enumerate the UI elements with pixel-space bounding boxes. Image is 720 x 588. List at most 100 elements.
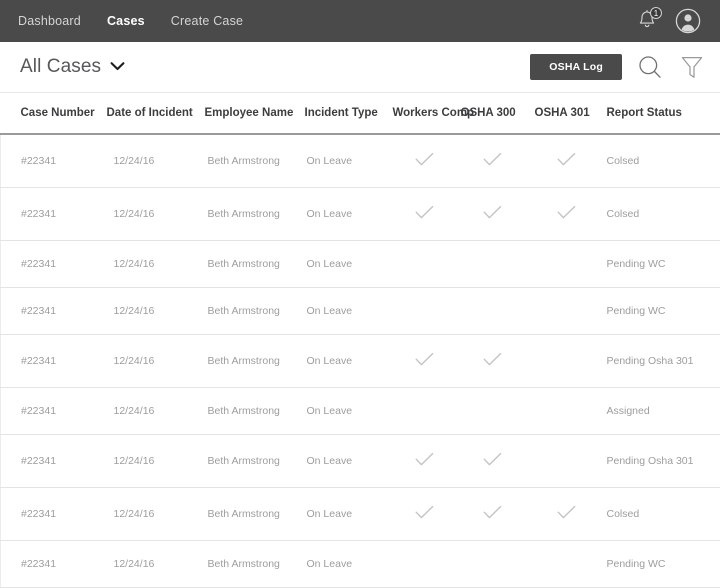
osha-log-button[interactable]: OSHA Log	[530, 54, 622, 80]
cell-employee-name: Beth Armstrong	[205, 188, 305, 241]
cell-report-status: Pending Osha 301	[607, 435, 720, 488]
check-icon	[415, 152, 434, 170]
cell-osha-300	[461, 188, 535, 241]
search-button[interactable]	[636, 53, 664, 81]
table-row[interactable]: #2234112/24/16Beth ArmstrongOn LeaveCols…	[1, 488, 720, 541]
check-icon	[483, 505, 502, 523]
column-header-date-of-incident[interactable]: Date of Incident	[107, 93, 205, 134]
cell-incident-type: On Leave	[305, 488, 393, 541]
cell-incident-type: On Leave	[305, 134, 393, 188]
column-header-incident-type[interactable]: Incident Type	[305, 93, 393, 134]
cell-osha-301	[535, 541, 607, 588]
cell-incident-type: On Leave	[305, 541, 393, 588]
cases-table-container: Case Number Date of Incident Employee Na…	[0, 92, 720, 588]
check-icon	[557, 205, 576, 223]
cell-report-status: Pending Osha 301	[607, 335, 720, 388]
cell-report-status: Pending WC	[607, 541, 720, 588]
cell-date-of-incident: 12/24/16	[107, 435, 205, 488]
check-icon	[557, 505, 576, 523]
cell-workers-comp	[393, 335, 461, 388]
cases-filter-dropdown[interactable]: All Cases	[20, 56, 125, 78]
nav-item-cases[interactable]: Cases	[107, 14, 145, 28]
cell-workers-comp	[393, 488, 461, 541]
cell-date-of-incident: 12/24/16	[107, 541, 205, 588]
table-row[interactable]: #2234112/24/16Beth ArmstrongOn LeaveAssi…	[1, 388, 720, 435]
notifications-button[interactable]: 1	[634, 8, 660, 34]
cell-osha-300	[461, 134, 535, 188]
cell-report-status: Pending WC	[607, 288, 720, 335]
cell-workers-comp	[393, 241, 461, 288]
cell-workers-comp	[393, 288, 461, 335]
cell-case-number: #22341	[1, 541, 107, 588]
table-row[interactable]: #2234112/24/16Beth ArmstrongOn LeavePend…	[1, 241, 720, 288]
cell-osha-301	[535, 335, 607, 388]
filter-button[interactable]	[678, 53, 706, 81]
table-body: #2234112/24/16Beth ArmstrongOn LeaveCols…	[1, 134, 720, 588]
cell-report-status: Colsed	[607, 188, 720, 241]
avatar[interactable]	[674, 7, 702, 35]
cell-incident-type: On Leave	[305, 188, 393, 241]
table-header: Case Number Date of Incident Employee Na…	[1, 93, 720, 134]
table-row[interactable]: #2234112/24/16Beth ArmstrongOn LeavePend…	[1, 435, 720, 488]
cell-report-status: Assigned	[607, 388, 720, 435]
cell-report-status: Colsed	[607, 488, 720, 541]
check-icon	[557, 152, 576, 170]
cell-date-of-incident: 12/24/16	[107, 188, 205, 241]
nav-item-dashboard[interactable]: Dashboard	[18, 14, 81, 28]
search-icon	[637, 54, 663, 80]
cell-workers-comp	[393, 435, 461, 488]
check-icon	[415, 205, 434, 223]
top-navbar: Dashboard Cases Create Case 1	[0, 0, 720, 42]
check-icon	[483, 152, 502, 170]
cell-employee-name: Beth Armstrong	[205, 388, 305, 435]
nav-item-create-case[interactable]: Create Case	[171, 14, 243, 28]
cell-workers-comp	[393, 541, 461, 588]
cell-workers-comp	[393, 388, 461, 435]
column-header-case-number[interactable]: Case Number	[1, 93, 107, 134]
cell-osha-300	[461, 288, 535, 335]
cell-osha-301	[535, 488, 607, 541]
cell-osha-300	[461, 335, 535, 388]
table-row[interactable]: #2234112/24/16Beth ArmstrongOn LeavePend…	[1, 335, 720, 388]
cell-osha-301	[535, 188, 607, 241]
column-header-employee-name[interactable]: Employee Name	[205, 93, 305, 134]
cell-osha-300	[461, 241, 535, 288]
cases-table: Case Number Date of Incident Employee Na…	[0, 93, 720, 588]
cell-employee-name: Beth Armstrong	[205, 435, 305, 488]
header-actions: OSHA Log	[530, 53, 706, 81]
nav-links: Dashboard Cases Create Case	[18, 14, 243, 28]
notification-badge: 1	[650, 7, 662, 19]
cell-case-number: #22341	[1, 134, 107, 188]
cell-osha-301	[535, 435, 607, 488]
table-row[interactable]: #2234112/24/16Beth ArmstrongOn LeavePend…	[1, 541, 720, 588]
column-header-osha-300[interactable]: OSHA 300	[461, 93, 535, 134]
page-title: All Cases	[20, 56, 101, 78]
cell-osha-300	[461, 388, 535, 435]
page-header: All Cases OSHA Log	[0, 42, 720, 92]
cell-employee-name: Beth Armstrong	[205, 488, 305, 541]
cell-employee-name: Beth Armstrong	[205, 335, 305, 388]
cell-workers-comp	[393, 188, 461, 241]
cell-case-number: #22341	[1, 335, 107, 388]
table-row[interactable]: #2234112/24/16Beth ArmstrongOn LeavePend…	[1, 288, 720, 335]
cell-date-of-incident: 12/24/16	[107, 488, 205, 541]
filter-icon	[680, 55, 704, 80]
table-row[interactable]: #2234112/24/16Beth ArmstrongOn LeaveCols…	[1, 188, 720, 241]
cell-report-status: Colsed	[607, 134, 720, 188]
table-row[interactable]: #2234112/24/16Beth ArmstrongOn LeaveCols…	[1, 134, 720, 188]
cell-osha-300	[461, 541, 535, 588]
table-header-row: Case Number Date of Incident Employee Na…	[1, 93, 720, 134]
check-icon	[415, 352, 434, 370]
column-header-report-status[interactable]: Report Status	[607, 93, 720, 134]
cell-case-number: #22341	[1, 435, 107, 488]
check-icon	[415, 505, 434, 523]
column-header-workers-comp[interactable]: Workers Comp	[393, 93, 461, 134]
cell-date-of-incident: 12/24/16	[107, 388, 205, 435]
check-icon	[483, 452, 502, 470]
cell-date-of-incident: 12/24/16	[107, 288, 205, 335]
column-header-osha-301[interactable]: OSHA 301	[535, 93, 607, 134]
cell-date-of-incident: 12/24/16	[107, 134, 205, 188]
cell-osha-300	[461, 488, 535, 541]
cell-case-number: #22341	[1, 241, 107, 288]
user-avatar-icon	[675, 8, 701, 34]
